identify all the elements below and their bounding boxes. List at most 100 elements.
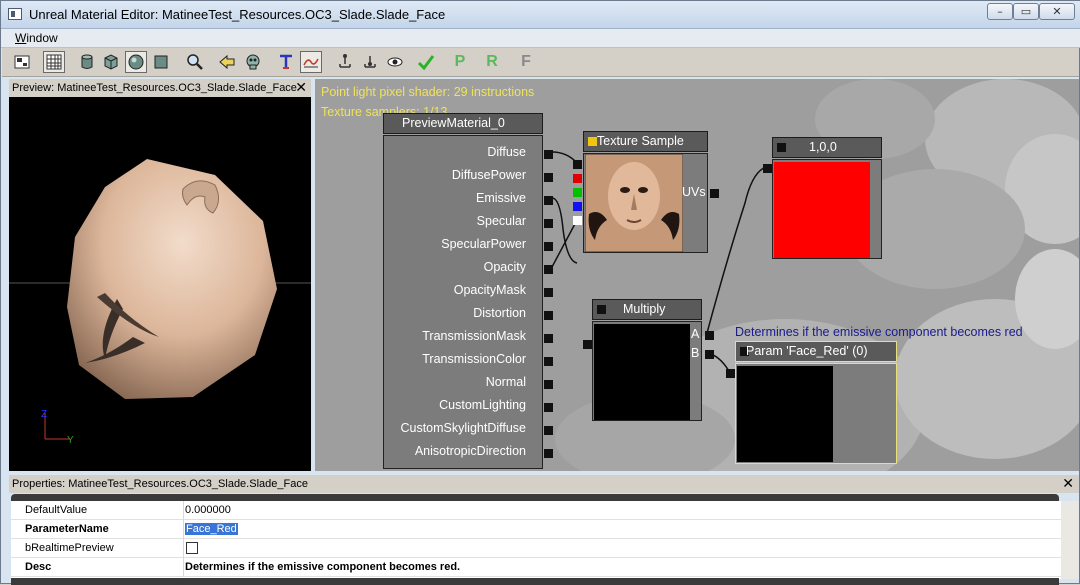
pin-diffuse[interactable] xyxy=(544,150,553,159)
texture-alpha-output-pin[interactable] xyxy=(573,216,582,225)
properties-close-button[interactable]: ✕ xyxy=(1062,475,1074,492)
toolbar-letter-p[interactable]: P xyxy=(449,51,471,73)
pin-label-anisotropicdirection: AnisotropicDirection xyxy=(414,444,526,458)
constant-node-body[interactable] xyxy=(763,159,882,259)
eye-icon[interactable] xyxy=(384,51,406,73)
pin-customskylightdiffuse[interactable] xyxy=(544,426,553,435)
pin-normal[interactable] xyxy=(544,380,553,389)
multiply-input-b-pin[interactable] xyxy=(705,350,714,359)
param-node-body[interactable] xyxy=(726,363,897,464)
material-graph-canvas[interactable]: Point light pixel shader: 29 instruction… xyxy=(315,79,1079,471)
property-name: DefaultValue xyxy=(25,504,88,516)
pin-specular[interactable] xyxy=(544,219,553,228)
property-name: bRealtimePreview xyxy=(25,542,114,554)
multiply-node-body[interactable]: A B xyxy=(583,321,714,421)
sphere-icon[interactable] xyxy=(125,51,147,73)
apply-check-icon[interactable] xyxy=(415,51,437,73)
texture-blue-output-pin[interactable] xyxy=(573,202,582,211)
texture-sample-swatch xyxy=(588,137,597,146)
title-bar: Unreal Material Editor: MatineeTest_Reso… xyxy=(1,1,1080,29)
property-value[interactable]: 0.000000 xyxy=(185,504,231,516)
pin-label-diffusepower: DiffusePower xyxy=(451,168,526,182)
property-row-defaultvalue[interactable]: DefaultValue 0.000000 xyxy=(11,501,1061,520)
skull-icon[interactable] xyxy=(242,51,264,73)
param-comment: Determines if the emissive component bec… xyxy=(735,325,1023,339)
toolbar-letter-f[interactable]: F xyxy=(515,51,537,73)
multiply-input-a-pin[interactable] xyxy=(705,331,714,340)
realtime-preview-checkbox[interactable] xyxy=(186,542,198,554)
property-row-desc[interactable]: Desc Determines if the emissive componen… xyxy=(11,558,1061,577)
cube-icon[interactable] xyxy=(100,51,122,73)
texture-sample-node-header[interactable]: Texture Sample xyxy=(583,131,708,152)
home-icon[interactable] xyxy=(11,51,33,73)
texture-green-output-pin[interactable] xyxy=(573,188,582,197)
toolbar-letter-r[interactable]: R xyxy=(481,51,503,73)
plane-icon[interactable] xyxy=(150,51,172,73)
properties-panel-header: Properties: MatineeTest_Resources.OC3_Sl… xyxy=(9,475,1079,493)
property-row-brealtimepreview[interactable]: bRealtimePreview xyxy=(11,539,1061,558)
node-up-icon[interactable] xyxy=(334,51,356,73)
pin-label-diffuse: Diffuse xyxy=(487,145,526,159)
property-name: Desc xyxy=(25,561,52,573)
pin-opacitymask[interactable] xyxy=(544,288,553,297)
multiply-swatch xyxy=(597,305,606,314)
material-node-title: PreviewMaterial_0 xyxy=(402,116,505,130)
window-title: Unreal Material Editor: MatineeTest_Reso… xyxy=(29,7,446,22)
multiply-input-a-label: A xyxy=(691,327,700,341)
texture-uvs-input-pin[interactable] xyxy=(573,160,582,169)
param-node-header[interactable]: Param 'Face_Red' (0) xyxy=(735,341,897,362)
multiply-input-b-label: B xyxy=(691,346,700,360)
multiply-title: Multiply xyxy=(623,302,666,316)
param-output-pin[interactable] xyxy=(726,369,735,378)
minimize-button[interactable]: – xyxy=(987,3,1013,20)
search-icon[interactable] xyxy=(184,51,206,73)
menu-bar: Window xyxy=(1,29,1080,48)
back-arrow-icon[interactable] xyxy=(216,51,238,73)
pin-label-distortion: Distortion xyxy=(473,306,526,320)
node-down-icon[interactable] xyxy=(359,51,381,73)
pin-label-opacity: Opacity xyxy=(483,260,526,274)
constant-color-preview xyxy=(774,162,870,258)
properties-scrollbar[interactable] xyxy=(1061,501,1079,579)
pin-label-transmissioncolor: TransmissionColor xyxy=(422,352,526,366)
properties-category-bar[interactable] xyxy=(11,494,1059,501)
constant-swatch xyxy=(777,143,786,152)
app-window-icon xyxy=(8,8,22,20)
pin-anisotropicdirection[interactable] xyxy=(544,449,553,458)
pin-distortion[interactable] xyxy=(544,311,553,320)
close-button[interactable]: ✕ xyxy=(1039,3,1075,20)
maximize-button[interactable]: ▭ xyxy=(1013,3,1039,20)
pin-emissive[interactable] xyxy=(544,196,553,205)
property-value[interactable]: Determines if the emissive component bec… xyxy=(185,561,460,573)
pin-opacity[interactable] xyxy=(544,265,553,274)
cylinder-icon[interactable] xyxy=(76,51,98,73)
texture-uvs-pin[interactable] xyxy=(710,189,719,198)
menu-window[interactable]: Window xyxy=(15,31,58,45)
pin-specularpower[interactable] xyxy=(544,242,553,251)
property-divider xyxy=(183,539,184,558)
property-divider xyxy=(183,501,184,520)
pin-customlighting[interactable] xyxy=(544,403,553,412)
preview-viewport[interactable]: Z Y xyxy=(9,97,311,471)
pin-label-specularpower: SpecularPower xyxy=(441,237,526,251)
multiply-node-header[interactable]: Multiply xyxy=(592,299,702,320)
pin-transmissionmask[interactable] xyxy=(544,334,553,343)
param-preview xyxy=(737,366,833,462)
material-node-header[interactable]: PreviewMaterial_0 xyxy=(383,113,543,134)
property-value-selected-text[interactable]: Face_Red xyxy=(185,523,238,535)
preview-close-button[interactable]: ✕ xyxy=(295,79,307,96)
material-node-body[interactable]: Diffuse DiffusePower Emissive Specular S… xyxy=(383,135,553,469)
grid-icon[interactable] xyxy=(43,51,65,73)
property-row-parametername[interactable]: ParameterName Face_Red xyxy=(11,520,1061,539)
multiply-output-pin[interactable] xyxy=(583,340,592,349)
pin-diffusepower[interactable] xyxy=(544,173,553,182)
stat-instructions: Point light pixel shader: 29 instruction… xyxy=(321,85,535,99)
constant-output-pin[interactable] xyxy=(763,164,772,173)
constant-node-header[interactable]: 1,0,0 xyxy=(772,137,882,158)
texture-sample-node-body[interactable]: UVs xyxy=(573,153,719,253)
property-value-field[interactable]: Face_Red xyxy=(185,523,238,535)
curve-icon[interactable] xyxy=(300,51,322,73)
pin-transmissioncolor[interactable] xyxy=(544,357,553,366)
texture-red-output-pin[interactable] xyxy=(573,174,582,183)
text-icon[interactable] xyxy=(275,51,297,73)
